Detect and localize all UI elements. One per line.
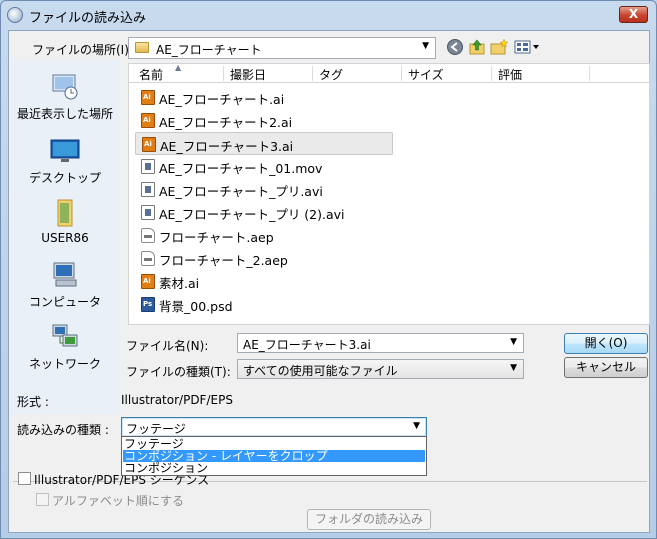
title-bar[interactable]: ファイルの読み込み X: [1, 1, 656, 29]
place-computer[interactable]: コンピュータ: [11, 257, 119, 317]
file-row[interactable]: AE_フローチャート_01.mov: [135, 155, 393, 178]
file-row[interactable]: フローチャート.aep: [135, 224, 393, 247]
file-row[interactable]: フローチャート_2.aep: [135, 247, 393, 270]
chevron-down-icon: ▼: [413, 421, 420, 431]
file-row[interactable]: AE_フローチャート2.ai: [135, 109, 393, 132]
computer-icon: [53, 262, 77, 287]
place-network[interactable]: ネットワーク: [11, 319, 119, 379]
import-option[interactable]: コンポジション: [123, 462, 425, 474]
format-value: Illustrator/PDF/EPS: [121, 393, 233, 407]
file-row[interactable]: AE_フローチャート_プリ.avi: [135, 178, 393, 201]
column-divider[interactable]: [589, 66, 590, 81]
sort-ascending-icon: ▲: [175, 63, 182, 72]
views-menu-icon[interactable]: [514, 38, 542, 56]
after-effects-project-icon: [141, 251, 155, 266]
user-folder-icon: [57, 199, 73, 227]
format-label: 形式 :: [17, 395, 49, 409]
new-folder-icon[interactable]: [490, 38, 508, 56]
column-name[interactable]: 名前: [139, 66, 163, 83]
file-row[interactable]: AE_フローチャート.ai: [135, 86, 393, 109]
place-user[interactable]: USER86: [11, 195, 119, 255]
open-button[interactable]: 開く(O): [564, 333, 648, 354]
place-label: デスクトップ: [28, 171, 101, 185]
file-list[interactable]: 名前 ▲ 撮影日 タグ サイズ 評価 AE_フローチャート.ai AE_フローチ…: [128, 63, 650, 325]
movie-file-icon: [141, 159, 155, 174]
look-in-dropdown[interactable]: AE_フローチャート ▼: [128, 37, 436, 59]
column-tag[interactable]: タグ: [319, 66, 343, 83]
app-icon: [7, 7, 23, 23]
column-divider[interactable]: [491, 66, 492, 81]
look-in-value: AE_フローチャート: [156, 43, 262, 57]
file-name: フローチャート.aep: [159, 230, 274, 245]
cancel-button[interactable]: キャンセル: [564, 357, 648, 378]
illustrator-file-icon: [142, 137, 156, 152]
file-name: 素材.ai: [159, 276, 200, 291]
places-bar: 最近表示した場所 デスクトップ USER86 コンピュータ ネットワーク: [11, 61, 119, 414]
column-divider[interactable]: [312, 66, 313, 81]
photoshop-file-icon: [141, 297, 155, 312]
file-name: AE_フローチャート3.ai: [160, 139, 294, 154]
file-row[interactable]: AE_フローチャート_プリ (2).avi: [135, 201, 393, 224]
illustrator-file-icon: [141, 113, 155, 128]
place-label: ネットワーク: [28, 357, 101, 371]
network-icon: [52, 324, 78, 347]
close-button[interactable]: X: [619, 6, 648, 23]
dialog-body: ファイルの場所(I): AE_フローチャート ▼ 最近表示した場所 デスクトップ…: [8, 30, 650, 533]
place-label: 最近表示した場所: [16, 107, 113, 121]
filename-label: ファイル名(N):: [126, 339, 209, 353]
file-name: AE_フローチャート.ai: [159, 92, 285, 107]
file-name: AE_フローチャート_01.mov: [159, 161, 323, 176]
column-size[interactable]: サイズ: [408, 66, 444, 83]
column-header: 名前 ▲ 撮影日 タグ サイズ 評価: [129, 63, 649, 83]
import-as-dropdown[interactable]: フッテージ ▼: [121, 417, 427, 437]
file-row-selected[interactable]: AE_フローチャート3.ai: [135, 132, 393, 155]
sequence-checkbox[interactable]: [18, 472, 31, 485]
recent-places-icon: [52, 74, 78, 100]
place-label: USER86: [41, 231, 89, 245]
folder-icon: [135, 42, 149, 53]
chevron-down-icon: ▼: [510, 337, 517, 347]
filename-value: AE_フローチャート3.ai: [243, 338, 371, 352]
filetype-dropdown[interactable]: すべての使用可能なファイル ▼: [237, 359, 524, 379]
illustrator-file-icon: [141, 274, 155, 289]
file-name: AE_フローチャート2.ai: [159, 115, 293, 130]
chevron-down-icon: ▼: [422, 41, 429, 51]
import-folder-button[interactable]: フォルダの読み込み: [307, 509, 431, 530]
video-file-icon: [141, 205, 155, 220]
window-title: ファイルの読み込み: [29, 11, 147, 26]
after-effects-project-icon: [141, 228, 155, 243]
file-row[interactable]: 素材.ai: [135, 270, 393, 293]
up-folder-icon[interactable]: [468, 38, 486, 56]
column-divider[interactable]: [223, 66, 224, 81]
look-in-label: ファイルの場所(I):: [32, 43, 133, 57]
file-name: 背景_00.psd: [159, 299, 233, 314]
filetype-label: ファイルの種類(T):: [126, 365, 231, 379]
place-desktop[interactable]: デスクトップ: [11, 133, 119, 193]
column-rating[interactable]: 評価: [498, 66, 522, 83]
import-as-value: フッテージ: [126, 422, 186, 436]
back-icon[interactable]: [446, 38, 464, 56]
desktop-icon: [50, 139, 80, 162]
column-date[interactable]: 撮影日: [230, 66, 266, 83]
import-as-label: 読み込みの種類 :: [17, 423, 109, 437]
chevron-down-icon: ▼: [510, 363, 517, 373]
filename-input[interactable]: AE_フローチャート3.ai ▼: [237, 333, 524, 353]
place-label: コンピュータ: [28, 295, 101, 309]
illustrator-file-icon: [141, 90, 155, 105]
place-recent[interactable]: 最近表示した場所: [11, 69, 119, 129]
video-file-icon: [141, 182, 155, 197]
file-name: AE_フローチャート_プリ.avi: [159, 184, 323, 199]
file-name: フローチャート_2.aep: [159, 253, 288, 268]
alphabetical-checkbox[interactable]: [36, 493, 49, 506]
import-as-options-list[interactable]: フッテージ コンポジション - レイヤーをクロップ コンポジション: [121, 436, 427, 476]
filetype-value: すべての使用可能なファイル: [243, 364, 398, 378]
alphabetical-label: アルファベット順にする: [52, 494, 185, 508]
file-name: AE_フローチャート_プリ (2).avi: [159, 207, 345, 222]
dialog-window: ファイルの読み込み X ファイルの場所(I): AE_フローチャート ▼ 最近表…: [0, 0, 657, 539]
column-divider[interactable]: [401, 66, 402, 81]
file-row[interactable]: 背景_00.psd: [135, 293, 393, 316]
